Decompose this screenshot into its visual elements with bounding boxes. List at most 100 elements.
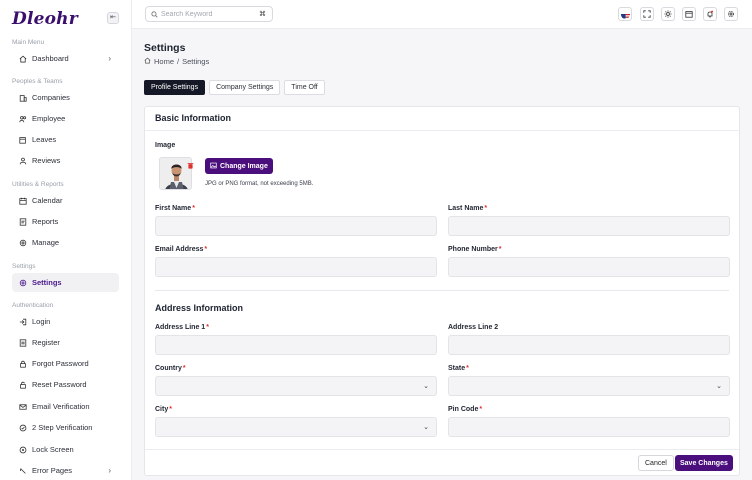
sidebar-item-label: Reset Password — [32, 380, 87, 389]
pin-code-field[interactable] — [448, 417, 730, 439]
expand-icon — [643, 5, 651, 23]
first-name-field[interactable] — [155, 216, 437, 238]
change-image-button[interactable]: Change Image — [205, 158, 273, 174]
sidebar-item-companies[interactable]: Companies — [12, 88, 119, 107]
tab-time-off[interactable]: Time Off — [284, 80, 325, 95]
calendar-button[interactable] — [682, 7, 696, 21]
address-line-1-field[interactable] — [155, 335, 437, 357]
sidebar-item-login[interactable]: Login — [12, 312, 119, 331]
address-information-title: Address Information — [155, 303, 244, 313]
search-box[interactable]: ⌘ — [145, 6, 273, 22]
phone-input[interactable] — [449, 260, 729, 279]
address-line-2-label: Address Line 2 — [448, 324, 499, 331]
email-input[interactable] — [156, 260, 436, 279]
delete-image-icon[interactable] — [187, 156, 194, 169]
sidebar-item-register[interactable]: Register — [12, 333, 119, 352]
email-field[interactable] — [155, 257, 437, 279]
image-label: Image — [155, 142, 176, 149]
building-icon — [18, 93, 27, 102]
section-authentication: Authentication — [12, 302, 54, 309]
page-title: Settings — [144, 42, 186, 54]
settings-icon — [18, 278, 27, 287]
footer-divider — [145, 449, 739, 450]
first-name-label: First Name* — [155, 205, 195, 212]
sidebar-item-label: Forgot Password — [32, 359, 89, 368]
section-main-menu: Main Menu — [12, 39, 45, 46]
sidebar-item-label: 2 Step Verification — [32, 423, 93, 432]
sidebar-item-label: Login — [32, 317, 51, 326]
last-name-field[interactable] — [448, 216, 730, 238]
sidebar-item-calendar[interactable]: Calendar — [12, 191, 119, 210]
sidebar-item-label: Error Pages — [32, 466, 73, 475]
search-input[interactable] — [161, 10, 255, 18]
sidebar-item-employee[interactable]: Employee — [12, 109, 119, 128]
sidebar-item-label: Reports — [32, 217, 59, 226]
save-changes-button[interactable]: Save Changes — [675, 455, 733, 471]
sidebar-item-dashboard[interactable]: Dashboard › — [12, 49, 119, 68]
sidebar-item-label: Calendar — [32, 196, 63, 205]
sidebar-item-lock-screen[interactable]: Lock Screen — [12, 440, 119, 459]
sidebar-item-reports[interactable]: Reports — [12, 212, 119, 231]
change-image-label: Change Image — [220, 162, 268, 170]
sidebar-item-label: Manage — [32, 238, 60, 247]
command-shortcut-icon: ⌘ — [259, 11, 266, 18]
sidebar-item-reset-password[interactable]: Reset Password — [12, 375, 119, 394]
collapse-sidebar-button[interactable]: ⇤ — [107, 12, 119, 24]
breadcrumb-home[interactable]: Home — [154, 57, 174, 66]
phone-field[interactable] — [448, 257, 730, 279]
sidebar-item-label: Reviews — [32, 156, 61, 165]
sidebar: Dleohr ⇤ Main Menu Dashboard › Peoples &… — [0, 0, 132, 480]
pin-code-input[interactable] — [449, 420, 729, 439]
calendar-clock-icon — [18, 135, 27, 144]
breadcrumb-separator: / — [177, 57, 180, 66]
chevron-down-icon: ⌄ — [716, 383, 722, 390]
section-utilities-reports: Utilities & Reports — [12, 181, 64, 188]
sidebar-item-leaves[interactable]: Leaves — [12, 130, 119, 149]
country-label: Country* — [155, 365, 186, 372]
cancel-button[interactable]: Cancel — [638, 455, 674, 471]
section-divider — [155, 290, 729, 291]
address-line-2-field[interactable] — [448, 335, 730, 357]
tab-company-settings[interactable]: Company Settings — [209, 80, 281, 95]
language-button[interactable] — [618, 7, 632, 21]
theme-toggle-button[interactable] — [661, 7, 675, 21]
state-select[interactable]: ⌄ — [448, 376, 730, 396]
cog-icon — [18, 238, 27, 247]
image-format-note: JPG or PNG format, not exceeding 5MB. — [205, 181, 314, 187]
last-name-input[interactable] — [449, 219, 729, 238]
first-name-input[interactable] — [156, 219, 436, 238]
users-icon — [18, 114, 27, 123]
sidebar-item-label: Settings — [32, 278, 62, 287]
calendar-icon — [18, 196, 27, 205]
sidebar-item-forgot-password[interactable]: Forgot Password — [12, 354, 119, 373]
tab-profile-settings[interactable]: Profile Settings — [144, 80, 206, 95]
sidebar-item-label: Email Verification — [32, 402, 90, 411]
sun-icon — [664, 5, 672, 23]
country-select[interactable]: ⌄ — [155, 376, 437, 396]
city-select[interactable]: ⌄ — [155, 417, 437, 437]
section-settings: Settings — [12, 263, 36, 270]
home-icon — [144, 57, 154, 66]
sidebar-item-error-pages[interactable]: Error Pages › — [12, 461, 119, 480]
sidebar-item-manage[interactable]: Manage — [12, 233, 119, 252]
address-line-2-input[interactable] — [449, 338, 729, 357]
settings-tabs: Profile Settings Company Settings Time O… — [144, 80, 329, 95]
search-icon — [151, 5, 158, 23]
mail-icon — [18, 402, 27, 411]
fullscreen-button[interactable] — [640, 7, 654, 21]
address-line-1-input[interactable] — [156, 338, 436, 357]
sidebar-item-settings[interactable]: Settings — [12, 273, 119, 292]
sidebar-item-label: Register — [32, 338, 60, 347]
sidebar-item-reviews[interactable]: Reviews — [12, 151, 119, 170]
user-icon — [18, 156, 27, 165]
error-icon — [18, 466, 27, 475]
settings-button[interactable] — [724, 7, 738, 21]
notifications-button[interactable] — [703, 7, 717, 21]
sidebar-item-email-verification[interactable]: Email Verification — [12, 397, 119, 416]
city-label: City* — [155, 406, 172, 413]
report-icon — [18, 217, 27, 226]
brand-logo[interactable]: Dleohr — [12, 9, 78, 29]
sidebar-item-label: Leaves — [32, 135, 57, 144]
sidebar-item-2-step-verification[interactable]: 2 Step Verification — [12, 418, 119, 437]
register-icon — [18, 338, 27, 347]
